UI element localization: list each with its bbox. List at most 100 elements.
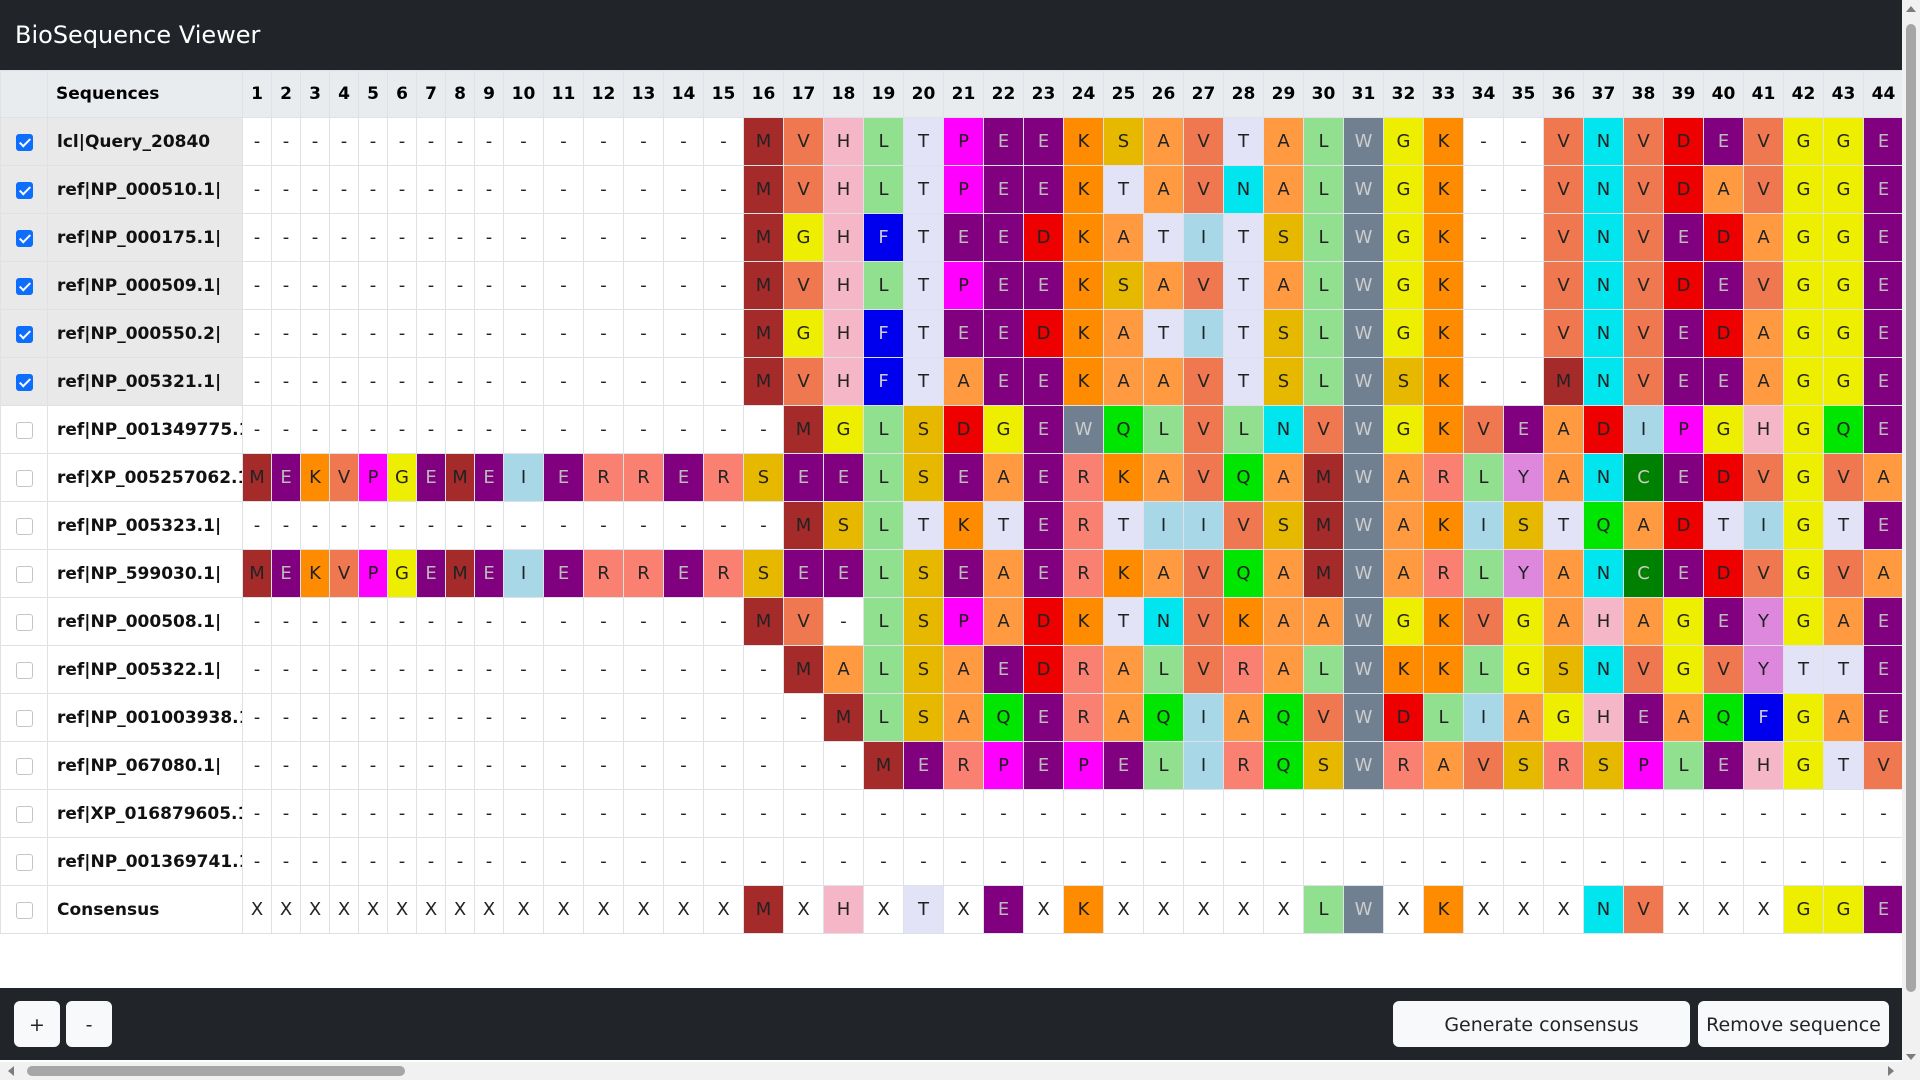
scroll-left-icon[interactable] [8, 1066, 14, 1076]
residue-cell: Q [1143, 693, 1184, 742]
residue-cell: - [503, 837, 544, 886]
residue-cell: G [1783, 261, 1824, 310]
residue-cell: - [783, 693, 824, 742]
horizontal-scrollbar[interactable] [0, 1062, 1902, 1080]
residue-cell: D [1383, 693, 1424, 742]
residue-cell: - [623, 693, 664, 742]
residue-cell: D [943, 405, 984, 454]
sequence-row[interactable]: ref|NP_067080.1| - - - - - - - - - - - - - - - - - - M E R P E P… [0, 741, 1902, 790]
residue-cell: V [783, 165, 824, 214]
residue-cell: E [1503, 405, 1544, 454]
residue-cell: T [1143, 309, 1184, 358]
checkbox-unchecked[interactable] [15, 661, 33, 679]
sequence-row[interactable]: ref|NP_005323.1| - - - - - - - - - - - - - - - - M S L T K T E R… [0, 501, 1902, 550]
residue-cell: X [416, 885, 446, 934]
residue-cell: - [623, 261, 664, 310]
residue-cell: Q [983, 693, 1024, 742]
scroll-up-icon[interactable] [1906, 6, 1916, 12]
scroll-down-icon[interactable] [1906, 1054, 1916, 1060]
vertical-scroll-thumb[interactable] [1906, 24, 1916, 992]
checkbox-unchecked[interactable] [15, 853, 33, 871]
sequence-row[interactable]: ref|NP_000550.2| - - - - - - - - - - - - - - - M G H F T E E D K… [0, 309, 1902, 358]
residue-cell: - [703, 501, 744, 550]
checkbox-unchecked[interactable] [15, 901, 33, 919]
residue-cell: W [1343, 213, 1384, 262]
residue-cell: L [863, 693, 904, 742]
residue-cell: L [1303, 165, 1344, 214]
checkbox-unchecked[interactable] [15, 421, 33, 439]
sequence-row[interactable]: ref|NP_599030.1| M E K V P G E M E I E R R E R S E E L S E A E R… [0, 549, 1902, 598]
checkbox-checked[interactable] [15, 181, 33, 199]
checkbox-checked[interactable] [15, 373, 33, 391]
residue-cell: X [1743, 885, 1784, 934]
scroll-right-icon[interactable] [1888, 1066, 1894, 1076]
residue-cell: - [329, 117, 359, 166]
horizontal-scroll-thumb[interactable] [27, 1066, 405, 1076]
sequence-row[interactable]: ref|NP_000510.1| - - - - - - - - - - - - - - - M V H L T P E E K… [0, 165, 1902, 214]
sequence-name: Consensus [47, 885, 243, 934]
sequence-row[interactable]: ref|NP_000509.1| - - - - - - - - - - - - - - - M V H L T P E E K… [0, 261, 1902, 310]
checkbox-checked[interactable] [15, 133, 33, 151]
residue-cell: - [445, 405, 475, 454]
checkbox-checked[interactable] [15, 229, 33, 247]
sequence-name: ref|NP_000508.1| [47, 597, 243, 646]
row-checkbox-cell [0, 165, 48, 214]
minus-button[interactable]: - [66, 1001, 112, 1047]
sequence-row[interactable]: ref|XP_016879605.1| - - - - - - - - - - - - - - - - - - - - -… [0, 789, 1902, 838]
residue-cell: D [1663, 165, 1704, 214]
checkbox-unchecked[interactable] [15, 709, 33, 727]
vertical-scrollbar[interactable] [1902, 0, 1920, 1066]
residue-cell: M [743, 357, 784, 406]
residue-cell: T [1823, 645, 1864, 694]
residue-cell: - [1863, 837, 1902, 886]
residue-cell: - [583, 357, 624, 406]
add-button[interactable]: + [14, 1001, 60, 1047]
sequence-row[interactable]: ref|XP_005257062.1| M E K V P G E M E I E R R E R S E E L S E… [0, 453, 1902, 502]
residue-cell: - [416, 789, 446, 838]
residue-cell: - [474, 501, 504, 550]
checkbox-unchecked[interactable] [15, 613, 33, 631]
sequence-row[interactable]: ref|NP_005321.1| - - - - - - - - - - - - - - - M V H F T A E E K… [0, 357, 1902, 406]
residue-cell: E [1703, 261, 1744, 310]
residue-cell: N [1583, 357, 1624, 406]
residue-cell: W [1343, 741, 1384, 790]
sequence-row[interactable]: ref|NP_000175.1| - - - - - - - - - - - - - - - M G H F T E E D K… [0, 213, 1902, 262]
checkbox-unchecked[interactable] [15, 565, 33, 583]
sequence-row[interactable]: ref|NP_005322.1| - - - - - - - - - - - - - - - - M A L S A E D R… [0, 645, 1902, 694]
checkbox-unchecked[interactable] [15, 805, 33, 823]
sequence-row[interactable]: ref|NP_001369741.1| - - - - - - - - - - - - - - - - - - - - -… [0, 837, 1902, 886]
checkbox-checked[interactable] [15, 277, 33, 295]
residue-cell: I [1143, 501, 1184, 550]
sequence-row[interactable]: ref|NP_000508.1| - - - - - - - - - - - - - - - M V - L S P A D K… [0, 597, 1902, 646]
row-checkbox-cell [0, 261, 48, 310]
checkbox-unchecked[interactable] [15, 469, 33, 487]
checkbox-checked[interactable] [15, 325, 33, 343]
residue-cell: G [1823, 885, 1864, 934]
generate-consensus-button[interactable]: Generate consensus sequence [1393, 1001, 1690, 1080]
column-header: 4 [329, 70, 359, 118]
residue-cell: E [1023, 117, 1064, 166]
remove-sequence-button[interactable]: Remove sequence [1698, 1001, 1889, 1047]
checkbox-unchecked[interactable] [15, 757, 33, 775]
checkbox-unchecked[interactable] [15, 517, 33, 535]
row-checkbox-cell [0, 405, 48, 454]
row-checkbox-cell [0, 453, 48, 502]
residue-cell: E [1863, 357, 1902, 406]
residue-cell: - [416, 213, 446, 262]
residue-cell: - [543, 693, 584, 742]
residue-cell: M [242, 549, 272, 598]
consensus-row[interactable]: Consensus X X X X X X X X X X X X X X X M X H X T X E X K X X X X X L W… [0, 885, 1902, 934]
residue-cell: G [387, 549, 417, 598]
residue-cell: K [1063, 165, 1104, 214]
residue-cell: E [943, 309, 984, 358]
column-header: 12 [583, 70, 624, 118]
sequence-row[interactable]: ref|NP_001003938.1| - - - - - - - - - - - - - - - - - M L S A… [0, 693, 1902, 742]
residue-cell: I [1183, 693, 1224, 742]
residue-cell: V [783, 597, 824, 646]
residue-cell: - [271, 789, 301, 838]
residue-cell: V [1543, 309, 1584, 358]
sequence-row[interactable]: ref|NP_001349775.1| - - - - - - - - - - - - - - - - M G L S D… [0, 405, 1902, 454]
sequence-row[interactable]: lcl|Query_20840- - - - - - - - - - - - - - - M V H L T P E E K S… [0, 117, 1902, 166]
residue-cell: A [1263, 645, 1304, 694]
residue-cell: - [271, 693, 301, 742]
